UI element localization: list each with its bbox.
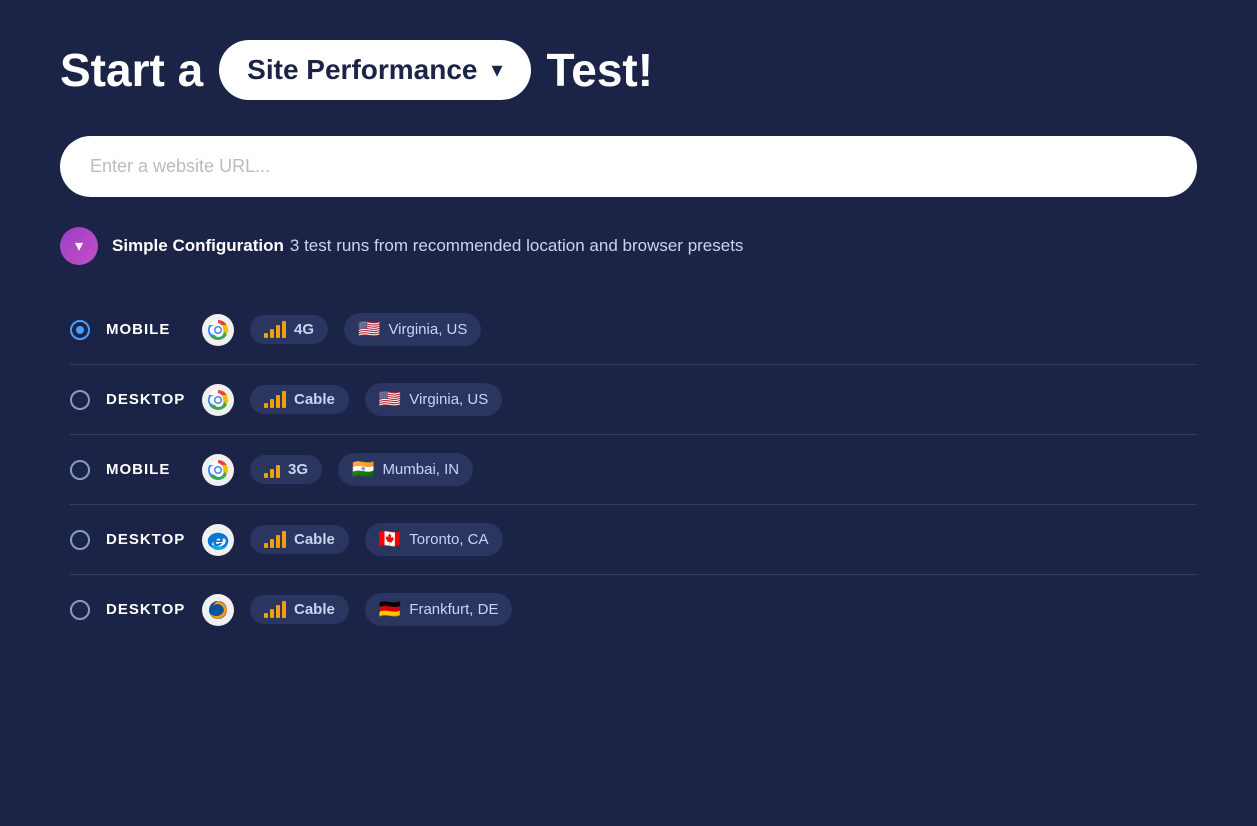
device-type-label: DESKTOP — [106, 391, 186, 408]
radio-button[interactable] — [70, 460, 90, 480]
signal-strength-icon — [264, 392, 286, 408]
simple-config-section: ▾ Simple Configuration 3 test runs from r… — [60, 227, 1197, 265]
location-label: Virginia, US — [388, 321, 467, 338]
radio-button[interactable] — [70, 320, 90, 340]
header-prefix: Start a — [60, 43, 203, 97]
location-badge: 🇺🇸 Virginia, US — [344, 313, 481, 346]
signal-bar-2 — [270, 329, 274, 338]
page-header: Start a Site Performance ▾ Test! — [60, 40, 1197, 100]
signal-bar-1 — [264, 473, 268, 478]
dropdown-label: Site Performance — [247, 54, 477, 86]
country-flag-icon: 🇩🇪 — [379, 599, 401, 620]
signal-bar-4 — [282, 531, 286, 548]
signal-strength-icon — [264, 322, 286, 338]
radio-button[interactable] — [70, 600, 90, 620]
connection-type-label: 4G — [294, 321, 314, 338]
signal-bar-2 — [270, 469, 274, 478]
signal-bar-2 — [270, 539, 274, 548]
test-row[interactable]: MOBILE 3G 🇮🇳 — [70, 435, 1197, 505]
config-toggle-button[interactable]: ▾ — [60, 227, 98, 265]
radio-dot — [76, 326, 84, 334]
connection-badge: Cable — [250, 595, 349, 624]
signal-bar-4 — [282, 391, 286, 408]
chrome-browser-icon — [202, 454, 234, 486]
connection-type-label: 3G — [288, 461, 308, 478]
edge-browser-icon: 𝒆 — [202, 524, 234, 556]
test-rows-container: MOBILE 4G 🇺🇸 — [70, 295, 1197, 644]
config-bold-text: Simple Configuration — [112, 236, 284, 255]
radio-button[interactable] — [70, 530, 90, 550]
url-input[interactable] — [60, 136, 1197, 197]
location-label: Frankfurt, DE — [409, 601, 498, 618]
test-row[interactable]: MOBILE 4G 🇺🇸 — [70, 295, 1197, 365]
device-type-label: DESKTOP — [106, 601, 186, 618]
signal-strength-icon — [264, 602, 286, 618]
signal-bar-2 — [270, 399, 274, 408]
chrome-browser-icon — [202, 384, 234, 416]
connection-badge: 3G — [250, 455, 322, 484]
connection-badge: Cable — [250, 525, 349, 554]
location-badge: 🇮🇳 Mumbai, IN — [338, 453, 473, 486]
url-input-wrapper — [60, 136, 1197, 197]
connection-type-label: Cable — [294, 601, 335, 618]
signal-bar-4 — [282, 321, 286, 338]
radio-button[interactable] — [70, 390, 90, 410]
location-badge: 🇨🇦 Toronto, CA — [365, 523, 503, 556]
country-flag-icon: 🇺🇸 — [358, 319, 380, 340]
signal-bar-1 — [264, 403, 268, 408]
device-type-label: MOBILE — [106, 321, 186, 338]
country-flag-icon: 🇨🇦 — [379, 529, 401, 550]
chrome-browser-icon — [202, 314, 234, 346]
signal-strength-icon — [264, 462, 280, 478]
device-type-label: MOBILE — [106, 461, 186, 478]
signal-bar-2 — [270, 609, 274, 618]
location-label: Virginia, US — [409, 391, 488, 408]
signal-bar-1 — [264, 543, 268, 548]
config-description: Simple Configuration 3 test runs from rec… — [112, 236, 743, 256]
location-badge: 🇩🇪 Frankfurt, DE — [365, 593, 513, 626]
signal-bar-3 — [276, 535, 280, 548]
location-badge: 🇺🇸 Virginia, US — [365, 383, 502, 416]
connection-type-label: Cable — [294, 531, 335, 548]
test-row[interactable]: DESKTOP Cable 🇩🇪 Frankfurt, DE — [70, 575, 1197, 644]
signal-bar-3 — [276, 605, 280, 618]
chevron-down-icon: ▾ — [492, 57, 503, 83]
signal-bar-4 — [282, 601, 286, 618]
connection-type-label: Cable — [294, 391, 335, 408]
connection-badge: 4G — [250, 315, 328, 344]
country-flag-icon: 🇺🇸 — [379, 389, 401, 410]
signal-bar-1 — [264, 613, 268, 618]
header-suffix: Test! — [547, 43, 654, 97]
connection-badge: Cable — [250, 385, 349, 414]
location-label: Mumbai, IN — [382, 461, 459, 478]
signal-bar-3 — [276, 395, 280, 408]
signal-bar-3 — [276, 325, 280, 338]
signal-bar-3 — [276, 465, 280, 478]
location-label: Toronto, CA — [409, 531, 488, 548]
test-row[interactable]: DESKTOP Cable — [70, 365, 1197, 435]
device-type-label: DESKTOP — [106, 531, 186, 548]
chevron-down-icon: ▾ — [75, 236, 83, 256]
country-flag-icon: 🇮🇳 — [352, 459, 374, 480]
test-type-dropdown[interactable]: Site Performance ▾ — [219, 40, 530, 100]
config-detail-text: 3 test runs from recommended location an… — [290, 236, 744, 255]
firefox-browser-icon — [202, 594, 234, 626]
signal-strength-icon — [264, 532, 286, 548]
test-row[interactable]: DESKTOP 𝒆 Cable 🇨🇦 Toronto, CA — [70, 505, 1197, 575]
signal-bar-1 — [264, 333, 268, 338]
